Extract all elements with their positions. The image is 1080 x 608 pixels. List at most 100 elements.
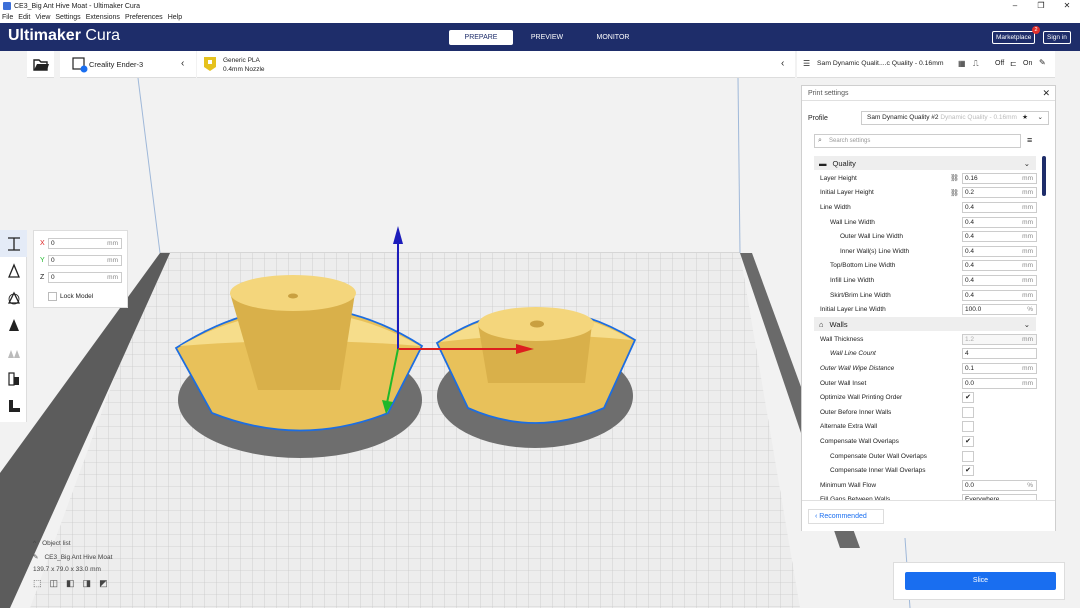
minimize-icon[interactable]: – [1002, 0, 1028, 12]
settings-scrollbar[interactable] [1042, 156, 1046, 196]
open-file-button[interactable] [27, 51, 54, 78]
setting-value-input[interactable]: 1.2 mm [962, 333, 1037, 345]
setting-value-input[interactable]: 0.4 mm [962, 201, 1037, 213]
setting-value-input[interactable]: 0.0 mm [962, 377, 1037, 389]
scale-tool-button[interactable] [0, 257, 27, 284]
setting-row: Compensate Outer Wall Overlaps [814, 449, 1036, 464]
print-settings-panel: Print settings ✕ Profile Sam Dynamic Qua… [801, 85, 1056, 531]
z-label: Z [40, 274, 45, 281]
search-icon: ⌕ [818, 137, 822, 144]
tab-prepare[interactable]: PREPARE [449, 30, 513, 45]
marketplace-button[interactable]: Marketplace [992, 31, 1036, 44]
lock-model-checkbox[interactable] [48, 292, 57, 301]
setting-value-input[interactable]: 0.4 mm [962, 260, 1037, 272]
setting-checkbox[interactable] [962, 450, 974, 462]
setting-row: Top/Bottom Line Width 0.4 mm [814, 259, 1037, 274]
setting-value-input[interactable]: 0.16 mm [962, 172, 1037, 184]
setting-label: Optimize Wall Printing Order [820, 394, 903, 402]
support-blocker-button[interactable] [0, 365, 27, 392]
setting-value-input[interactable]: 4 [962, 348, 1037, 360]
setting-checkbox[interactable] [962, 406, 974, 418]
printer-selector[interactable]: Creality Ender-3 ‹ [60, 51, 196, 78]
setting-value-input[interactable]: 0.2 mm [962, 187, 1037, 199]
rotate-tool-button[interactable] [0, 284, 27, 311]
view-right-icon[interactable]: ◩ [99, 578, 108, 589]
material-name: Generic PLA [223, 57, 260, 64]
tab-preview[interactable]: PREVIEW [515, 30, 579, 45]
z-axis-arrow [393, 226, 403, 244]
setting-value-input[interactable]: 0.1 mm [962, 362, 1037, 374]
setting-value-input[interactable]: 0.4 mm [962, 274, 1037, 286]
setting-value-input[interactable]: 0.0% [962, 479, 1037, 491]
material-selector[interactable]: Generic PLA 0.4mm Nozzle ‹ [197, 51, 795, 78]
setting-value-input[interactable]: 0.4 mm [962, 289, 1037, 301]
menu-view[interactable]: View [35, 14, 50, 21]
menu-extensions[interactable]: Extensions [86, 14, 120, 21]
folder-icon [33, 59, 49, 71]
menu-help[interactable]: Help [168, 14, 182, 21]
cura-window: CE3_Big Ant Hive Moat - Ultimaker Cura –… [0, 0, 1080, 608]
setting-checkbox[interactable]: ✔ [962, 392, 974, 404]
view-top-icon[interactable]: ◧ [66, 578, 75, 589]
restore-icon[interactable]: ❐ [1028, 0, 1054, 12]
y-input[interactable]: 0 mm [48, 255, 122, 266]
object-list-toggle[interactable]: ^ Object list [33, 540, 112, 547]
x-label: X [40, 240, 45, 247]
setting-value-input[interactable]: 0.4 mm [962, 245, 1037, 257]
x-input[interactable]: 0 mm [48, 238, 122, 249]
quality-category[interactable]: ▬ Quality ⌄ [814, 156, 1036, 170]
view-front-icon[interactable]: ◫ [50, 578, 59, 589]
layer-tool-button[interactable] [0, 392, 27, 419]
ultimaker-cura-logo: Ultimaker Cura [8, 27, 121, 44]
signin-button[interactable]: Sign in [1043, 31, 1071, 44]
profile-dropdown[interactable]: Sam Dynamic Quality #2 Dynamic Quality -… [861, 111, 1049, 125]
setting-value-input[interactable]: 0.4 mm [962, 231, 1037, 243]
lock-model-row[interactable]: Lock Model [48, 292, 93, 301]
menu-edit[interactable]: Edit [18, 14, 30, 21]
setting-row: Inner Wall(s) Line Width 0.4 mm [814, 244, 1037, 259]
profile-label: Profile [808, 115, 828, 122]
title-bar: CE3_Big Ant Hive Moat - Ultimaker Cura –… [0, 0, 1080, 12]
print-settings-title: Print settings [808, 90, 849, 97]
z-input[interactable]: 0 mm [48, 272, 122, 283]
settings-search-input[interactable]: ⌕ Search settings [814, 134, 1021, 148]
close-icon[interactable]: ✕ [1054, 0, 1080, 12]
close-icon[interactable]: ✕ [1042, 86, 1050, 101]
setting-row: Initial Layer Line Width 100.0% [814, 302, 1037, 317]
recommended-button[interactable]: ‹ Recommended [808, 509, 884, 524]
view-3d-icon[interactable]: ⬚ [33, 578, 42, 589]
support-icon: ⎍ [973, 59, 979, 68]
star-icon[interactable]: ★ [1022, 112, 1028, 124]
setting-checkbox[interactable] [962, 421, 974, 433]
rotate-icon [7, 291, 20, 304]
slice-button[interactable]: Slice [905, 572, 1056, 590]
tab-monitor[interactable]: MONITOR [581, 30, 645, 45]
setting-value-input[interactable]: 0.4 mm [962, 216, 1037, 228]
pencil-icon[interactable]: ✎ [33, 553, 38, 561]
setting-checkbox[interactable]: ✔ [962, 465, 974, 477]
menu-preferences[interactable]: Preferences [125, 14, 163, 21]
setting-row: Alternate Extra Wall [814, 420, 1036, 435]
walls-category[interactable]: ⌂ Walls ⌄ [814, 317, 1036, 331]
left-toolbar [0, 230, 27, 422]
view-buttons: ⬚ ◫ ◧ ◨ ◩ [33, 578, 112, 589]
adhesion-state: On [1023, 60, 1033, 67]
setting-row: Compensate Wall Overlaps ✔ [814, 434, 1036, 449]
print-settings-summary[interactable]: ☰ Sam Dynamic Qualit....c Quality - 0.16… [797, 51, 1055, 78]
setting-value-input[interactable]: 100.0% [962, 304, 1037, 316]
setting-row: Initial Layer Height ⛓ 0.2 mm [814, 186, 1037, 201]
mirror-tool-button[interactable] [0, 311, 27, 338]
menu-file[interactable]: File [2, 14, 13, 21]
scale-icon [7, 262, 20, 278]
per-model-settings-button[interactable] [0, 338, 27, 365]
menu-settings[interactable]: Settings [55, 14, 80, 21]
setting-checkbox[interactable]: ✔ [962, 435, 974, 447]
move-tool-button[interactable] [0, 230, 27, 257]
setting-label: Outer Before Inner Walls [820, 408, 892, 416]
view-left-icon[interactable]: ◨ [83, 578, 92, 589]
layers-icon [8, 399, 20, 412]
settings-menu-icon[interactable]: ≡ [1027, 135, 1032, 145]
object-list: ^ Object list ✎ CE3_Big Ant Hive Moat 139.… [33, 540, 112, 589]
lock-model-label: Lock Model [60, 293, 94, 300]
quality-icon: ▬ [819, 158, 827, 168]
